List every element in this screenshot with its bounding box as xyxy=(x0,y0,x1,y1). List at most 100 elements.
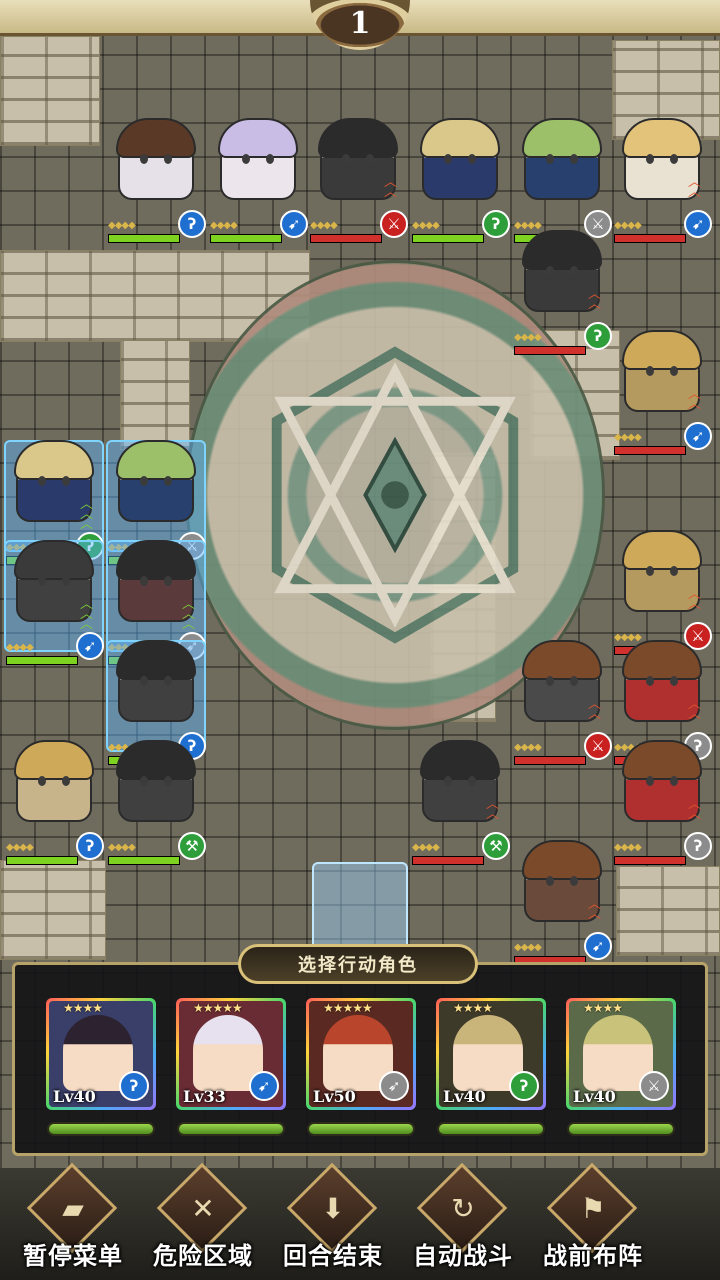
rarity-stars: ★★★★ xyxy=(583,1001,623,1015)
unit-rank-diamonds: ◆◆◆◆ xyxy=(210,220,238,231)
enemy-rank-chevrons-icon: ︿ ︿ xyxy=(588,897,602,922)
unit-face xyxy=(540,870,584,892)
enemy-unit[interactable]: ︿ ︿ ◆◆◆◆ ⚔ xyxy=(308,118,408,243)
book-icon: ▰ xyxy=(62,1192,84,1225)
unit-rank-diamonds: ◆◆◆◆ xyxy=(614,432,642,443)
stone-wall xyxy=(0,36,100,146)
character-select-card[interactable]: ★★★★ Lv40 ʔ xyxy=(436,998,546,1110)
unit-face xyxy=(32,570,76,592)
unit-face xyxy=(640,670,684,692)
unit-rank-diamonds: ◆◆◆◆ xyxy=(310,220,338,231)
ally-unit[interactable]: ︿ ︿ ︿ ◆◆◆◆ ➶ xyxy=(106,540,206,665)
ally-unit[interactable]: ◆◆◆◆ ➹ xyxy=(208,118,308,243)
staff-icon: ʔ xyxy=(509,1071,539,1101)
enemy-unit[interactable]: ︿ ︿ ◆◆◆◆ ➹ xyxy=(612,330,712,455)
enemy-rank-chevrons-icon: ︿ ︿ xyxy=(688,697,702,722)
unit-hp-bar xyxy=(614,446,686,455)
spear-icon: ➹ xyxy=(280,210,308,238)
character-hp-bar xyxy=(437,1122,545,1136)
menu-button-3[interactable]: ↻ 自动战斗 xyxy=(398,1162,528,1280)
stone-wall xyxy=(0,860,106,960)
staff-icon: ʔ xyxy=(482,210,510,238)
menu-button-0[interactable]: ▰ 暂停菜单 xyxy=(8,1162,138,1280)
spear-icon: ➹ xyxy=(684,210,712,238)
character-hp-bar xyxy=(567,1122,675,1136)
stone-wall xyxy=(616,866,720,956)
panel-title: 选择行动角色 xyxy=(238,944,478,984)
end-turn-arrow-icon: ⬇ xyxy=(321,1192,345,1225)
axe-icon: ⚒ xyxy=(482,832,510,860)
rarity-stars: ★★★★ xyxy=(453,1001,493,1015)
spear-icon: ➹ xyxy=(76,632,104,660)
spear-icon: ➹ xyxy=(584,932,612,960)
enemy-rank-chevrons-icon: ︿ ︿ xyxy=(486,797,500,822)
rarity-stars: ★★★★★ xyxy=(323,1001,373,1015)
ally-unit[interactable]: ◆◆◆◆ ⚔ xyxy=(512,118,612,243)
menu-button-4[interactable]: ⚑ 战前布阵 xyxy=(528,1162,658,1280)
character-select-card[interactable]: ★★★★★ Lv33 ➹ xyxy=(176,998,286,1110)
enemy-rank-chevrons-icon: ︿ ︿ xyxy=(688,587,702,612)
ally-unit[interactable]: ◆◆◆◆ ʔ xyxy=(4,740,104,865)
ally-unit[interactable]: ◆◆◆◆ ⚒ xyxy=(106,740,206,865)
unit-hp-bar xyxy=(412,856,484,865)
enemy-unit[interactable]: ︿ ︿ ◆◆◆◆ ⚔ xyxy=(612,530,712,655)
staff-icon: ʔ xyxy=(684,832,712,860)
enemy-rank-chevrons-icon: ︿ ︿ xyxy=(688,387,702,412)
staff-icon: ʔ xyxy=(119,1071,149,1101)
stone-wall xyxy=(120,340,190,450)
enemy-unit[interactable]: ︿ ︿ ◆◆◆◆ ʔ xyxy=(512,230,612,355)
staff-icon: ʔ xyxy=(584,322,612,350)
character-select-card[interactable]: ★★★★ Lv40 ⚔ xyxy=(566,998,676,1110)
highlighted-target-tile[interactable] xyxy=(312,862,408,950)
menu-label: 危险区域 xyxy=(153,1242,253,1270)
rank-up-arrows-icon: ︿ ︿ ︿ xyxy=(182,597,196,632)
auto-cycle-icon: ↻ xyxy=(451,1192,475,1225)
ally-unit[interactable]: ◆◆◆◆ ⚔ xyxy=(106,440,206,565)
rank-up-arrows-icon: ︿ ︿ ︿ xyxy=(80,497,94,532)
rarity-stars: ★★★★★ xyxy=(193,1001,243,1015)
character-select-card[interactable]: ★★★★ Lv40 ʔ xyxy=(46,998,156,1110)
ally-unit[interactable]: ◆◆◆◆ ʔ xyxy=(410,118,510,243)
axe-icon: ⚒ xyxy=(178,832,206,860)
menu-label: 战前布阵 xyxy=(543,1242,643,1270)
unit-face xyxy=(336,148,380,170)
menu-button-1[interactable]: ✕ 危险区域 xyxy=(138,1162,268,1280)
enemy-rank-chevrons-icon: ︿ ︿ xyxy=(588,697,602,722)
unit-face xyxy=(32,770,76,792)
unit-face xyxy=(640,148,684,170)
enemy-unit[interactable]: ︿ ︿ ◆◆◆◆ ➹ xyxy=(612,118,712,243)
enemy-unit[interactable]: ︿ ︿ ◆◆◆◆ ʔ xyxy=(612,640,712,765)
bow-icon: ➶ xyxy=(379,1071,409,1101)
unit-hp-bar xyxy=(310,234,382,243)
unit-face xyxy=(540,148,584,170)
spear-icon: ➹ xyxy=(249,1071,279,1101)
unit-face xyxy=(134,570,178,592)
unit-rank-diamonds: ◆◆◆◆ xyxy=(614,842,642,853)
staff-icon: ʔ xyxy=(178,210,206,238)
unit-hp-bar xyxy=(210,234,282,243)
character-hp-bar xyxy=(47,1122,155,1136)
enemy-unit[interactable]: ︿ ︿ ◆◆◆◆ ʔ xyxy=(612,740,712,865)
unit-hp-bar xyxy=(108,856,180,865)
ally-unit[interactable]: ◆◆◆◆ ʔ xyxy=(106,118,206,243)
enemy-rank-chevrons-icon: ︿ ︿ xyxy=(588,287,602,312)
menu-label: 回合结束 xyxy=(283,1242,383,1270)
unit-face xyxy=(134,670,178,692)
unit-hp-bar xyxy=(6,656,78,665)
unit-face xyxy=(134,470,178,492)
menu-label: 暂停菜单 xyxy=(23,1242,123,1270)
sword-icon: ⚔ xyxy=(380,210,408,238)
unit-face xyxy=(540,670,584,692)
menu-button-2[interactable]: ⬇ 回合结束 xyxy=(268,1162,398,1280)
ally-unit[interactable]: ︿ ︿ ︿ ◆◆◆◆ ʔ xyxy=(4,440,104,565)
unit-rank-diamonds: ◆◆◆◆ xyxy=(6,842,34,853)
enemy-unit[interactable]: ︿ ︿ ◆◆◆◆ ➹ xyxy=(512,840,612,965)
ally-unit[interactable]: ︿ ︿ ︿ ◆◆◆◆ ➹ xyxy=(4,540,104,665)
enemy-unit[interactable]: ︿ ︿ ◆◆◆◆ ⚔ xyxy=(512,640,612,765)
menu-label: 自动战斗 xyxy=(413,1242,513,1270)
ally-unit[interactable]: ◆◆◆◆ ʔ xyxy=(106,640,206,765)
enemy-unit[interactable]: ︿ ︿ ◆◆◆◆ ⚒ xyxy=(410,740,510,865)
unit-hp-bar xyxy=(614,856,686,865)
character-select-card[interactable]: ★★★★★ Lv50 ➶ xyxy=(306,998,416,1110)
unit-hp-bar xyxy=(514,346,586,355)
